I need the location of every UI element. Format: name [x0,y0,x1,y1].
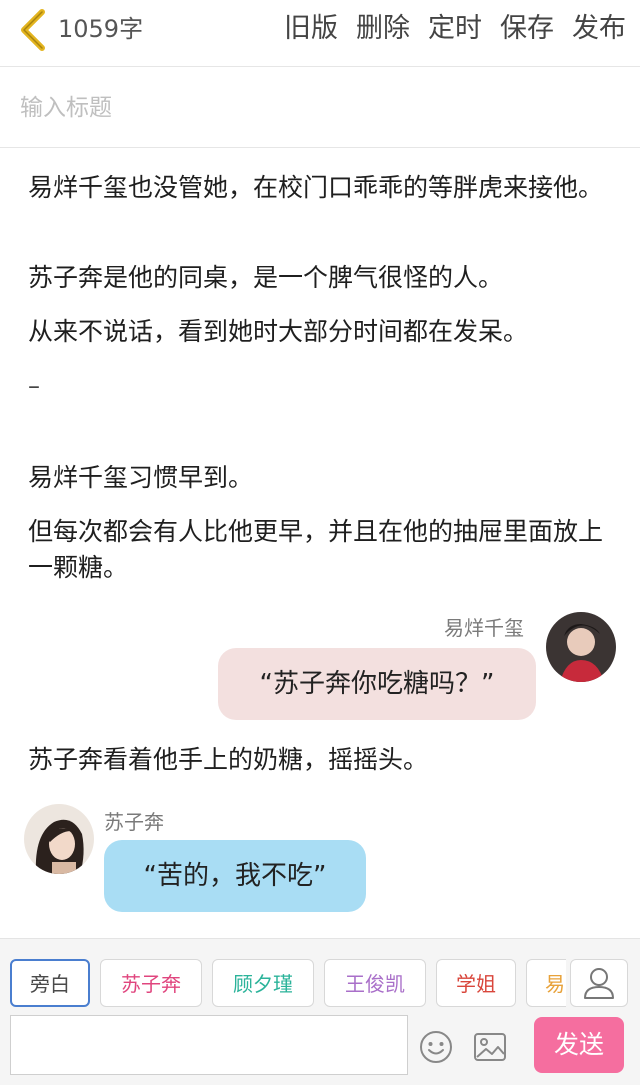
paragraph: 苏子奔是他的同桌，是一个脾气很怪的人。 [28,263,504,292]
emoji-icon [420,1031,452,1063]
chip-label: 学姐 [456,972,496,996]
paragraph: 但每次都会有人比他更早，并且在他的抽屉里面放上一颗糖。 [28,517,604,582]
title-input[interactable] [18,89,622,127]
chip-label: 旁白 [30,972,70,996]
publish-button[interactable]: 发布 [572,12,626,46]
paragraph: 从来不说话，看到她时大部分时间都在发呆。 [28,317,529,346]
avatar[interactable] [24,804,94,874]
chip-label: 王俊凯 [345,972,405,996]
person-icon [584,968,614,999]
chip-label: 易 [545,972,565,996]
character-chip-senior[interactable]: 学姐 [436,959,516,1007]
character-chip-narrator[interactable]: 旁白 [10,959,90,1007]
emoji-button[interactable] [418,1029,454,1065]
dialogue-bubble[interactable]: “苏子奔你吃糖吗？” [218,648,536,720]
add-character-button[interactable] [570,959,628,1007]
schedule-button[interactable]: 定时 [428,12,482,46]
avatar-image [24,804,94,874]
speaker-name: 苏子奔 [104,810,164,834]
paragraph: 苏子奔看着他手上的奶糖，摇摇头。 [28,745,429,774]
paragraph: 易烊千玺习惯早到。 [28,463,254,492]
image-icon [474,1033,506,1061]
separator: – [28,372,40,400]
word-count: 1059字 [58,15,144,43]
header-actions: 旧版 删除 定时 保存 发布 [284,12,626,46]
paragraph: 易烊千玺也没管她，在校门口乖乖的等胖虎来接他。 [28,173,604,202]
back-chevron-icon [21,9,45,51]
avatar-image [546,612,616,682]
top-bar: 1059字 旧版 删除 定时 保存 发布 [0,0,640,67]
old-version-button[interactable]: 旧版 [284,12,338,46]
back-button[interactable] [14,8,54,52]
message-input[interactable] [10,1015,408,1075]
dialogue-bubble[interactable]: “苦的，我不吃” [104,840,366,912]
speaker-name: 易烊千玺 [444,616,524,640]
character-chip-wang-jun-kai[interactable]: 王俊凯 [324,959,426,1007]
image-button[interactable] [472,1029,508,1065]
character-chip-yi[interactable]: 易 [526,959,566,1007]
bottom-toolbar: 旁白 苏子奔 顾夕瑾 王俊凯 学姐 易 发送 [0,938,640,1085]
character-chip-gu-xi-jin[interactable]: 顾夕瑾 [212,959,314,1007]
avatar[interactable] [546,612,616,682]
save-button[interactable]: 保存 [500,12,554,46]
title-field [0,67,640,148]
send-button[interactable]: 发送 [534,1017,624,1073]
chip-label: 苏子奔 [121,972,181,996]
chip-label: 顾夕瑾 [233,972,293,996]
delete-button[interactable]: 删除 [356,12,410,46]
character-chip-su-zi-ben[interactable]: 苏子奔 [100,959,202,1007]
character-chips: 旁白 苏子奔 顾夕瑾 王俊凯 学姐 易 [10,959,566,1013]
